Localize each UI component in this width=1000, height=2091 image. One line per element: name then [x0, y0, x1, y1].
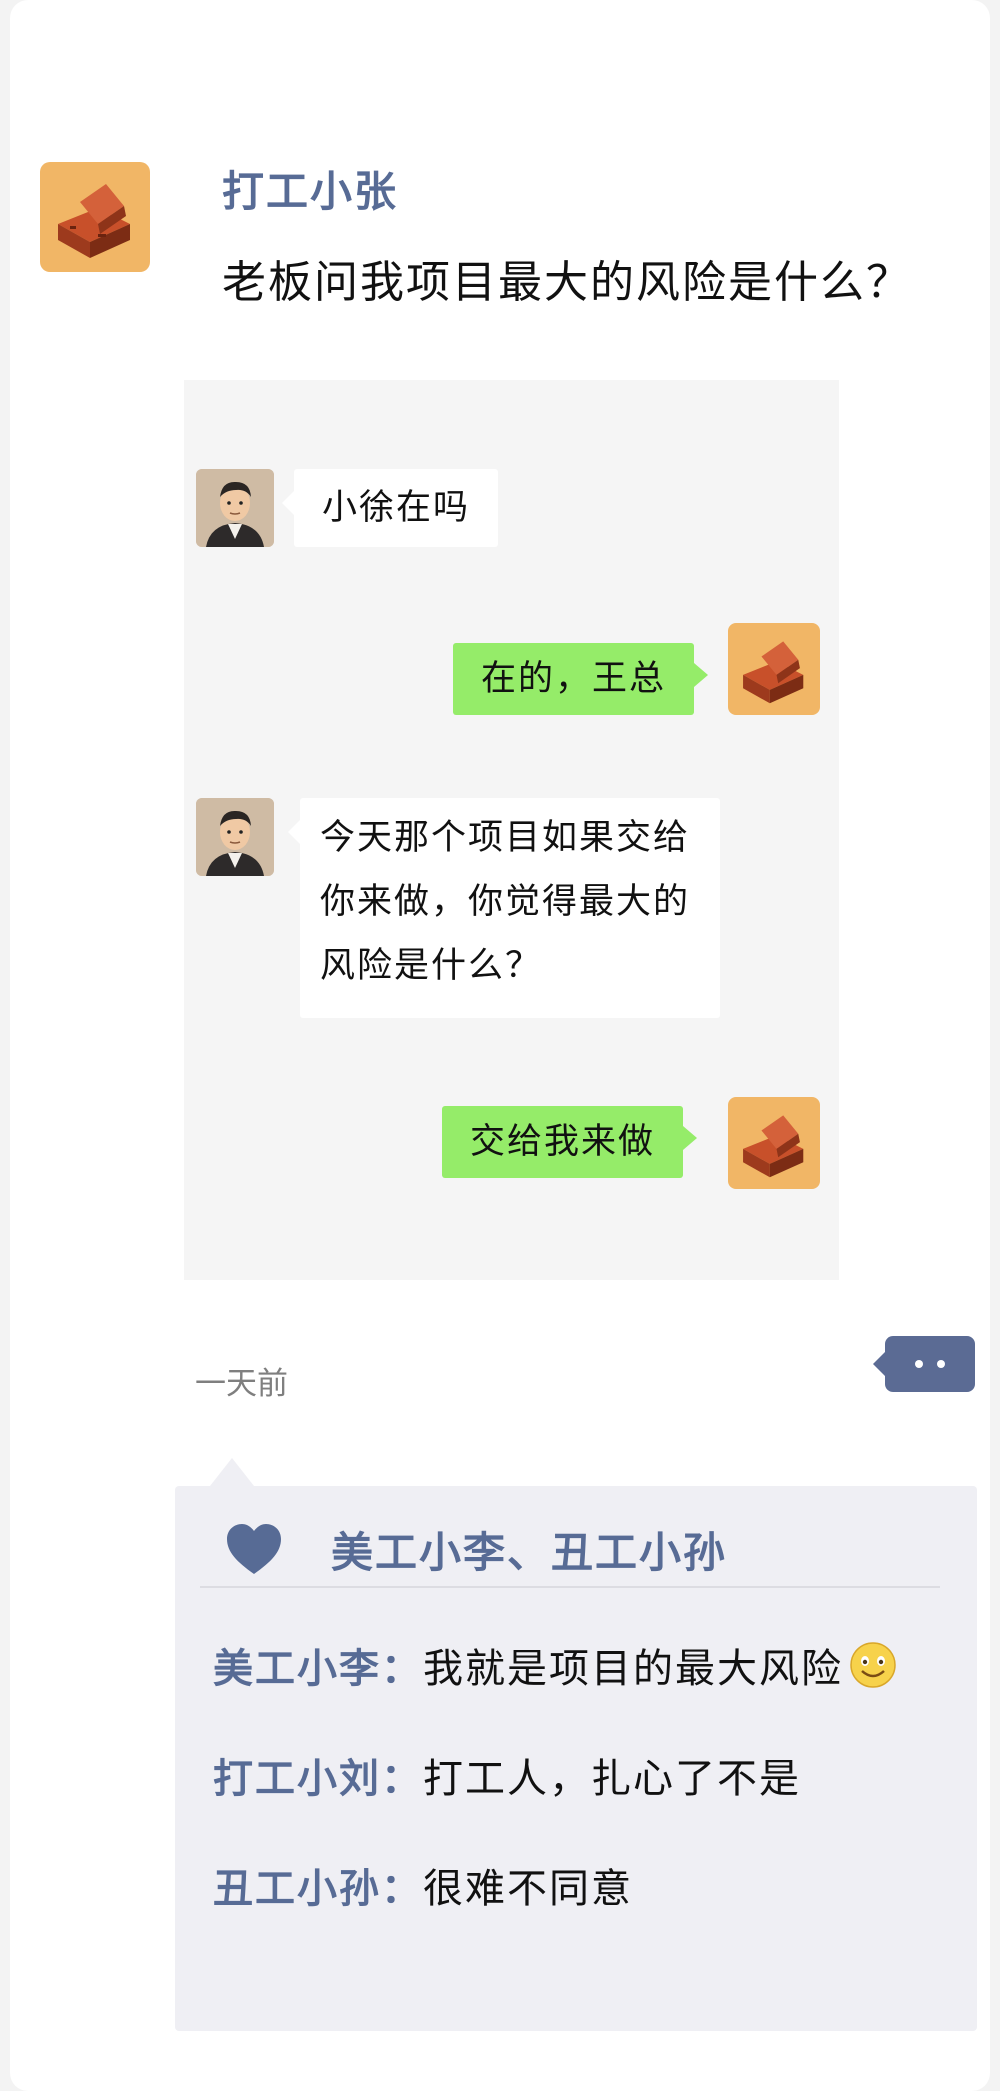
- chat-line: 你来做，你觉得最大的: [320, 882, 691, 922]
- man-avatar: [196, 798, 274, 876]
- author-avatar[interactable]: [40, 162, 150, 272]
- more-actions-button[interactable]: [873, 1336, 975, 1392]
- comment-text: 很难不同意: [423, 1866, 633, 1912]
- likes-names[interactable]: 美工小李、丑工小孙: [331, 1519, 727, 1580]
- chat-line: 今天那个项目如果交给: [320, 818, 691, 858]
- smile-emoji-icon: [850, 1642, 896, 1688]
- chat-bubble-incoming: 小徐在吗: [281, 469, 499, 547]
- post-time: 一天前: [195, 1366, 288, 1402]
- moment-card: 打工小张 老板问我项目最大的风险是什么？ 小徐在吗 在的，王总 今天那个项目如果…: [10, 0, 990, 2091]
- comment-item[interactable]: 丑工小孙： 很难不同意: [213, 1856, 633, 1914]
- chat-bubble-outgoing: 交给我来做: [442, 1106, 698, 1178]
- post-text: 老板问我项目最大的风险是什么？: [222, 257, 912, 308]
- comment-item[interactable]: 打工小刘： 打工人，扎心了不是: [213, 1746, 801, 1804]
- chat-screenshot[interactable]: 小徐在吗 在的，王总 今天那个项目如果交给 你来做，你觉得最大的 风险是什么？ …: [184, 380, 839, 1280]
- man-avatar: [196, 469, 274, 547]
- chat-bubble-incoming: 今天那个项目如果交给 你来做，你觉得最大的 风险是什么？: [288, 798, 720, 1018]
- brick-avatar: [728, 1097, 820, 1189]
- heart-icon: [227, 1524, 281, 1574]
- comment-author[interactable]: 打工小刘：: [213, 1746, 423, 1804]
- man-avatar-icon: [196, 798, 274, 876]
- dot-icon: [915, 1360, 923, 1368]
- chat-bubble-outgoing: 在的，王总: [453, 643, 709, 715]
- author-name[interactable]: 打工小张: [222, 158, 398, 219]
- comment-author[interactable]: 丑工小孙：: [213, 1856, 423, 1914]
- chat-line: 风险是什么？: [320, 946, 543, 986]
- divider: [200, 1586, 940, 1588]
- brick-icon: [58, 184, 130, 258]
- comment-text: 打工人，扎心了不是: [423, 1756, 801, 1802]
- man-avatar-icon: [196, 469, 274, 547]
- comment-author[interactable]: 美工小李：: [213, 1636, 423, 1694]
- comment-item[interactable]: 美工小李： 我就是项目的最大风险: [213, 1636, 897, 1694]
- brick-avatar: [728, 623, 820, 715]
- likes-comments-panel: 美工小李、丑工小孙 美工小李： 我就是项目的最大风险 打工小刘： 打工人，扎心了…: [175, 1486, 977, 2031]
- dot-icon: [937, 1360, 945, 1368]
- likes-row: 美工小李、丑工小孙: [225, 1514, 727, 1584]
- brick-icon: [743, 1115, 804, 1178]
- social-arrow: [210, 1458, 254, 1486]
- comment-text: 我就是项目的最大风险: [423, 1646, 843, 1692]
- brick-icon: [743, 641, 804, 704]
